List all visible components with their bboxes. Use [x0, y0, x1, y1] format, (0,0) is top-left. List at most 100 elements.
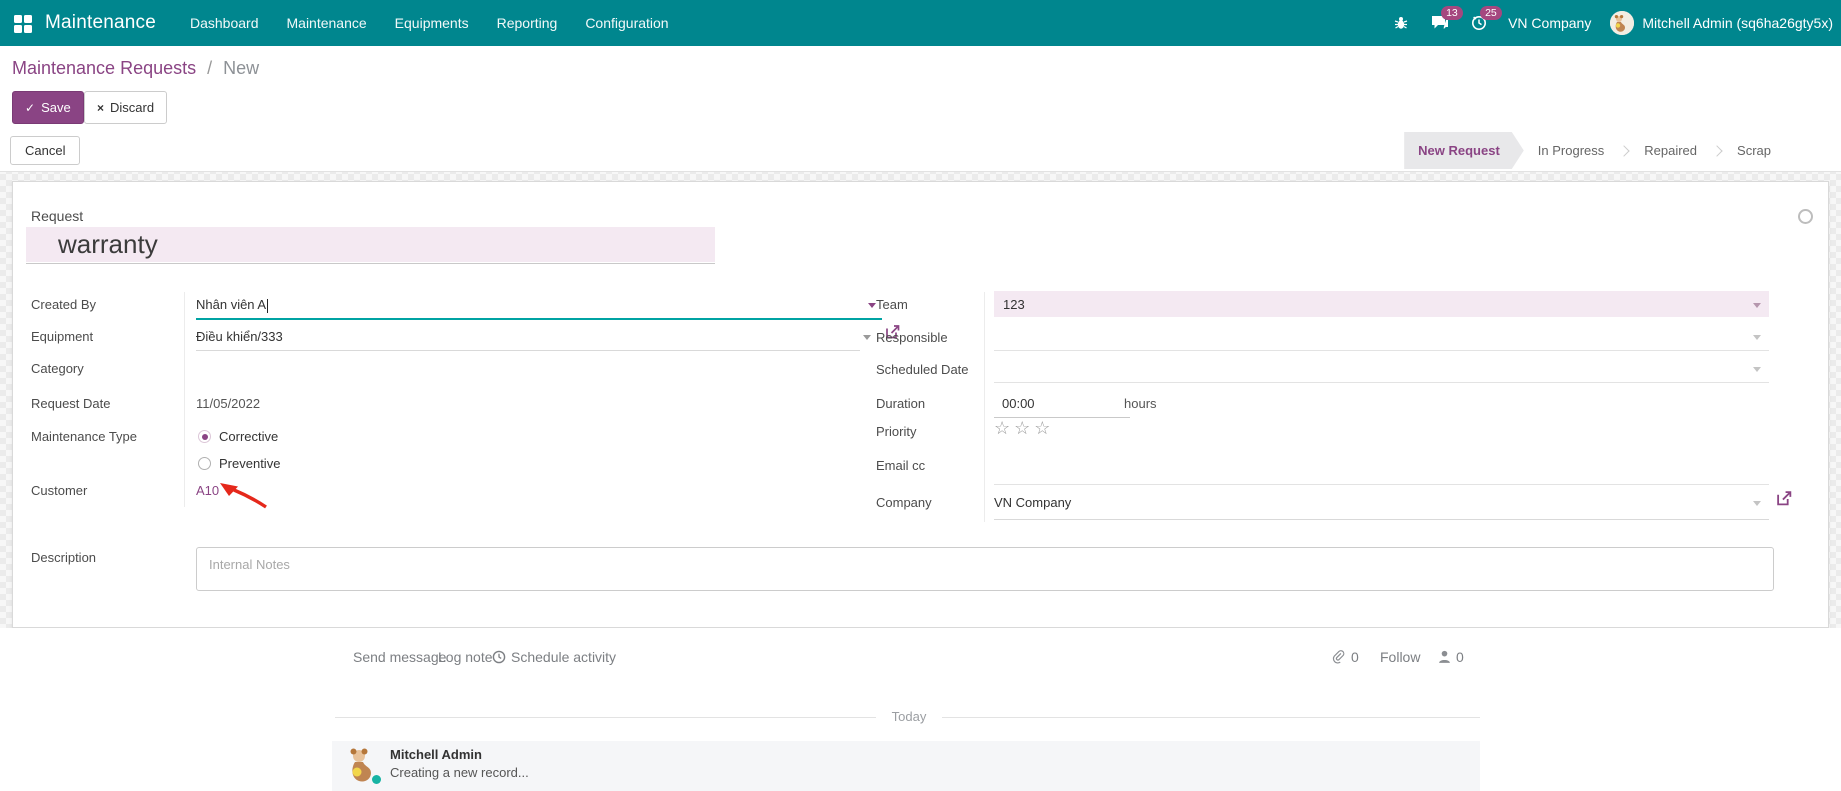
scheduled-date-label: Scheduled Date	[876, 362, 969, 377]
radio-preventive-label[interactable]: Preventive	[219, 456, 280, 471]
save-button[interactable]: ✓ Save	[12, 91, 84, 124]
company-underline	[994, 519, 1769, 520]
company-label: Company	[876, 495, 932, 510]
email-cc-label: Email cc	[876, 458, 925, 473]
follow-button[interactable]: Follow	[1380, 649, 1420, 665]
created-by-dropdown-icon[interactable]	[868, 303, 876, 308]
navbar-right: 13 25 VN Company Mitchell Admin (sq6ha26…	[1391, 0, 1833, 46]
created-by-value: Nhân viên A	[196, 297, 266, 312]
menu-dashboard[interactable]: Dashboard	[176, 0, 273, 46]
chatter-inner: Send message Log note Schedule activity …	[332, 628, 1480, 791]
form-statusbar: Cancel New Request In Progress Repaired …	[0, 128, 1841, 172]
user-avatar	[1610, 11, 1634, 35]
clock-icon	[492, 650, 506, 664]
radio-corrective-label[interactable]: Corrective	[219, 429, 278, 444]
email-cc-underline	[994, 484, 1769, 485]
equipment-field[interactable]: Điều khiển/333	[196, 329, 283, 344]
star-icon[interactable]: ☆	[1014, 418, 1034, 438]
right-column-rule	[984, 292, 985, 522]
followers-button[interactable]: 0	[1438, 649, 1464, 665]
created-by-label: Created By	[31, 297, 96, 312]
activities-badge[interactable]: 25	[1480, 6, 1502, 20]
log-note-button[interactable]: Log note	[438, 649, 493, 665]
breadcrumb-parent-link[interactable]: Maintenance Requests	[12, 58, 196, 78]
attachments-button[interactable]: 0	[1332, 649, 1359, 665]
message-body: Creating a new record...	[390, 765, 529, 780]
schedule-activity-button[interactable]: Schedule activity	[492, 649, 616, 665]
discard-button[interactable]: × Discard	[84, 91, 167, 124]
user-name: Mitchell Admin (sq6ha26gty5x)	[1642, 15, 1833, 31]
created-by-field[interactable]: Nhân viên A	[196, 297, 268, 313]
priority-label: Priority	[876, 424, 916, 439]
stage-pipeline: New Request In Progress Repaired Scrap	[1404, 132, 1785, 169]
close-icon: ×	[97, 101, 104, 115]
responsible-dropdown-icon[interactable]	[1753, 335, 1761, 340]
message-author[interactable]: Mitchell Admin	[390, 747, 482, 762]
save-button-label: Save	[41, 100, 71, 115]
company-dropdown-icon[interactable]	[1753, 501, 1761, 506]
messages-badge[interactable]: 13	[1441, 6, 1463, 20]
stage-scrap[interactable]: Scrap	[1723, 132, 1785, 169]
bug-icon[interactable]	[1391, 13, 1411, 33]
activities-icon[interactable]: 25	[1469, 13, 1489, 33]
request-underline	[26, 263, 715, 264]
scheduled-date-underline	[994, 382, 1769, 383]
menu-configuration[interactable]: Configuration	[571, 0, 682, 46]
category-field[interactable]	[196, 361, 856, 377]
status-circle-icon[interactable]	[1798, 209, 1813, 224]
star-icon[interactable]: ☆	[994, 418, 1014, 438]
radio-preventive[interactable]	[198, 457, 211, 470]
date-divider-line	[942, 717, 1480, 718]
chevron-right-icon	[1711, 145, 1722, 156]
description-label: Description	[31, 550, 96, 565]
request-input[interactable]: warranty	[26, 227, 715, 262]
form-sheet: Request warranty Created By Nhân viên A …	[12, 181, 1829, 628]
company-external-link-icon[interactable]	[1776, 490, 1793, 512]
apps-menu-icon[interactable]	[14, 15, 31, 32]
date-divider-label: Today	[879, 709, 939, 724]
duration-unit-label: hours	[1124, 396, 1157, 411]
stage-new-request[interactable]: New Request	[1404, 132, 1524, 169]
menu-reporting[interactable]: Reporting	[483, 0, 572, 46]
created-by-focus-underline	[196, 318, 882, 320]
menu-maintenance[interactable]: Maintenance	[273, 0, 381, 46]
left-column-rule	[184, 292, 185, 507]
app-screen: Maintenance Dashboard Maintenance Equipm…	[0, 0, 1841, 791]
company-field[interactable]: VN Company	[994, 495, 1071, 510]
stage-in-progress[interactable]: In Progress	[1524, 132, 1618, 169]
priority-stars[interactable]: ☆☆☆	[994, 418, 1054, 439]
breadcrumb-separator: /	[207, 58, 212, 78]
category-label: Category	[31, 361, 84, 376]
request-date-field[interactable]: 11/05/2022	[196, 396, 260, 411]
date-divider-line	[335, 717, 876, 718]
menu-equipments[interactable]: Equipments	[381, 0, 483, 46]
breadcrumb: Maintenance Requests / New	[12, 58, 259, 79]
description-textarea[interactable]	[196, 547, 1774, 591]
company-switcher[interactable]: VN Company	[1508, 15, 1591, 31]
chatter-message: Mitchell Admin Creating a new record...	[332, 741, 1480, 791]
app-title[interactable]: Maintenance	[45, 12, 156, 34]
responsible-underline	[994, 350, 1769, 351]
stage-repaired[interactable]: Repaired	[1630, 132, 1711, 169]
cancel-button[interactable]: Cancel	[10, 136, 80, 165]
equipment-dropdown-icon[interactable]	[863, 335, 871, 340]
responsible-label: Responsible	[876, 330, 948, 345]
send-message-button[interactable]: Send message	[353, 649, 446, 665]
radio-corrective[interactable]	[198, 430, 211, 443]
scheduled-date-dropdown-icon[interactable]	[1753, 367, 1761, 372]
team-field[interactable]: 123	[994, 291, 1769, 317]
top-navbar: Maintenance Dashboard Maintenance Equipm…	[0, 0, 1841, 46]
user-menu[interactable]: Mitchell Admin (sq6ha26gty5x)	[1610, 11, 1833, 35]
equipment-underline	[196, 350, 860, 351]
messages-icon[interactable]: 13	[1430, 13, 1450, 33]
person-icon	[1438, 650, 1451, 664]
presence-dot	[372, 775, 381, 784]
duration-input[interactable]: 00:00	[1002, 396, 1035, 411]
team-dropdown-icon[interactable]	[1753, 303, 1761, 308]
star-icon[interactable]: ☆	[1034, 418, 1054, 438]
breadcrumb-current: New	[223, 58, 259, 78]
followers-count: 0	[1456, 649, 1464, 665]
chevron-right-icon	[1619, 145, 1630, 156]
duration-label: Duration	[876, 396, 925, 411]
chatter: Send message Log note Schedule activity …	[0, 628, 1841, 791]
